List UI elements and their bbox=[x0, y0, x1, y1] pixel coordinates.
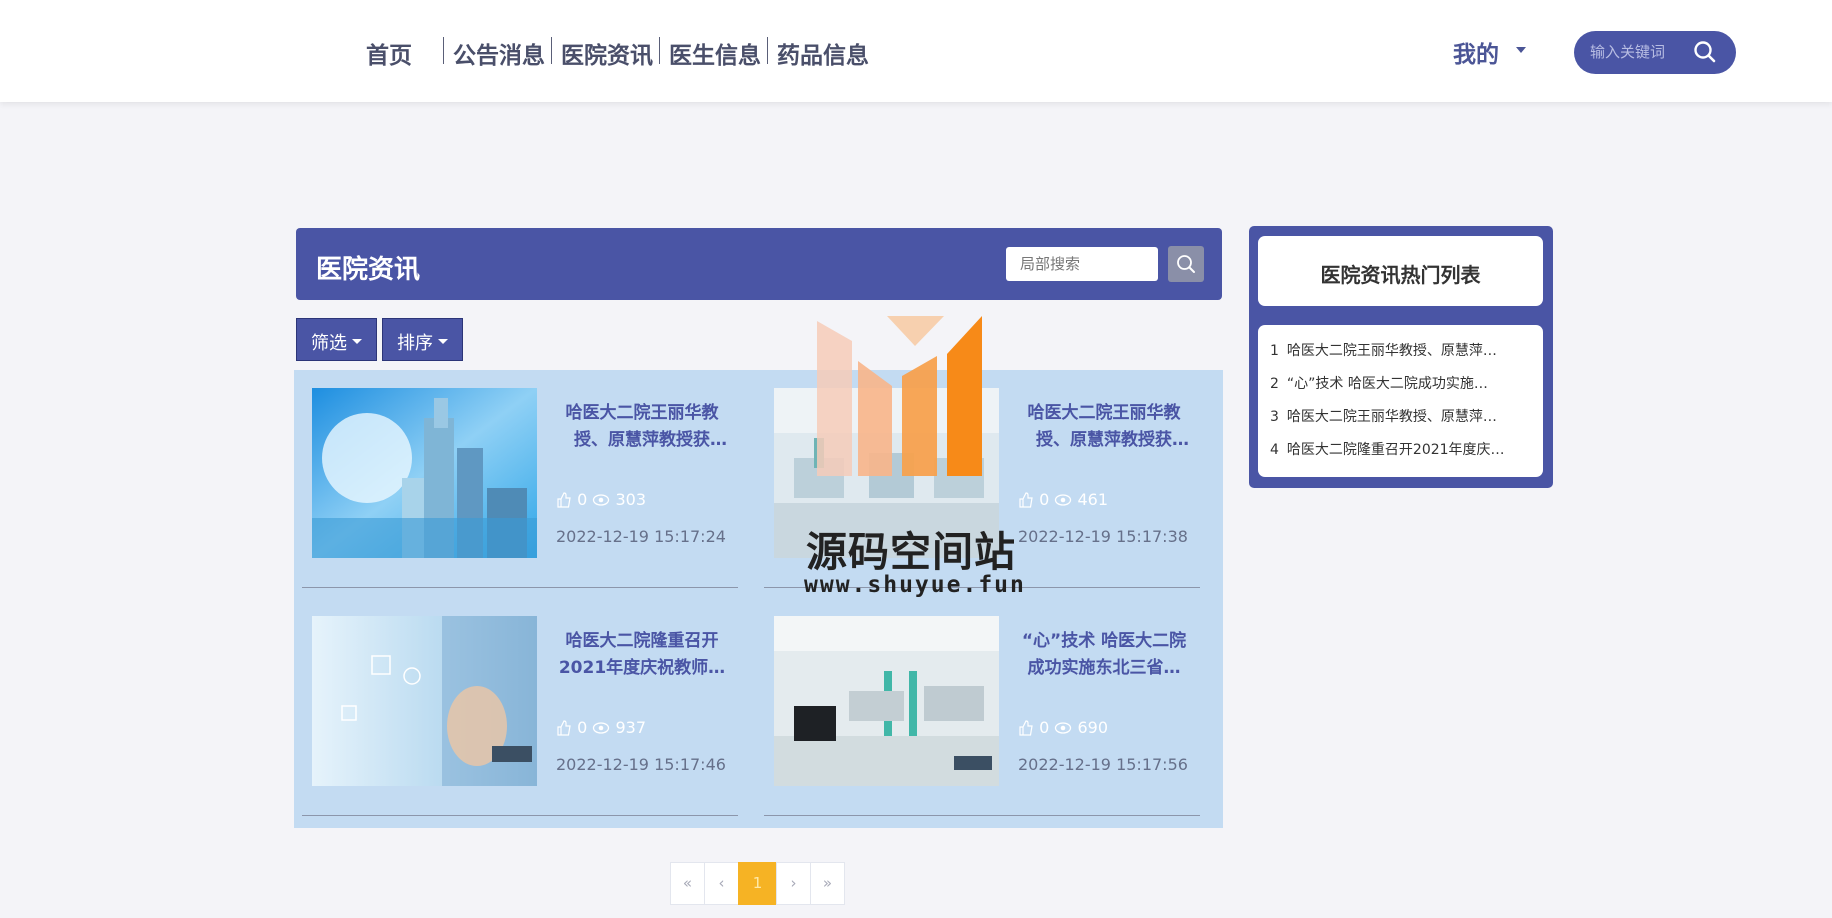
local-search-input[interactable] bbox=[1006, 247, 1158, 281]
hot-list-item-text: 哈医大二院王丽华教授、原慧萍… bbox=[1286, 343, 1497, 359]
pagination: « ‹ 1 › » bbox=[670, 862, 845, 905]
thumbs-up-icon[interactable] bbox=[1018, 492, 1034, 508]
eye-icon bbox=[593, 722, 610, 734]
article-card[interactable]: “心”技术 哈医大二院成功实施东北三省… 0 690 2022-12-19 15… bbox=[756, 598, 1200, 818]
nav-divider bbox=[551, 37, 552, 64]
hot-list-panel: 医院资讯热门列表 1 哈医大二院王丽华教授、原慧萍… 2 “心”技术 哈医大二院成功… bbox=[1249, 226, 1553, 488]
chevron-down-icon[interactable] bbox=[1516, 47, 1526, 53]
section-header: 医院资讯 bbox=[296, 228, 1222, 300]
hot-list-item[interactable]: 4 哈医大二院隆重召开2021年度庆… bbox=[1258, 434, 1530, 467]
top-navbar: 首页 公告消息 医院资讯 医生信息 药品信息 我的 bbox=[0, 0, 1832, 102]
article-card[interactable]: 哈医大二院王丽华教授、原慧萍教授获得… 0 303 2022-12-19 15:… bbox=[294, 370, 738, 590]
filter-dropdown-button[interactable]: 筛选 bbox=[296, 318, 377, 361]
thumbs-up-icon[interactable] bbox=[1018, 720, 1034, 736]
nav-doctors[interactable]: 医生信息 bbox=[669, 36, 761, 70]
hot-list-item[interactable]: 3 哈医大二院王丽华教授、原慧萍… bbox=[1258, 401, 1530, 434]
hot-list-item-text: “心”技术 哈医大二院成功实施… bbox=[1286, 376, 1488, 392]
section-title: 医院资讯 bbox=[316, 255, 421, 285]
hot-list-item-text: 哈医大二院隆重召开2021年度庆… bbox=[1286, 442, 1505, 458]
nav-divider bbox=[443, 37, 444, 64]
view-count: 690 bbox=[1077, 718, 1109, 737]
hot-list-index: 3 bbox=[1270, 409, 1279, 425]
like-count: 0 bbox=[577, 490, 588, 509]
article-thumbnail[interactable] bbox=[774, 616, 999, 786]
page-number-button[interactable]: 1 bbox=[738, 862, 777, 905]
hot-list-item[interactable]: 2 “心”技术 哈医大二院成功实施… bbox=[1258, 368, 1530, 401]
divider bbox=[302, 587, 738, 588]
global-search-input[interactable] bbox=[1590, 41, 1695, 63]
search-icon bbox=[1177, 255, 1195, 273]
article-title[interactable]: 哈医大二院隆重召开2021年度庆祝教师… bbox=[558, 628, 726, 682]
prev-page-button[interactable]: ‹ bbox=[704, 862, 739, 905]
hot-list-item-text: 哈医大二院王丽华教授、原慧萍… bbox=[1286, 409, 1497, 425]
hot-list-index: 1 bbox=[1270, 343, 1279, 359]
sort-label: 排序 bbox=[397, 333, 433, 354]
article-grid: 哈医大二院王丽华教授、原慧萍教授获得… 0 303 2022-12-19 15:… bbox=[294, 370, 1223, 828]
article-date: 2022-12-19 15:17:24 bbox=[556, 527, 726, 546]
article-title[interactable]: 哈医大二院王丽华教授、原慧萍教授获得… bbox=[558, 400, 726, 454]
last-page-button[interactable]: » bbox=[810, 862, 845, 905]
thumbs-up-icon[interactable] bbox=[556, 720, 572, 736]
article-date: 2022-12-19 15:17:38 bbox=[1018, 527, 1188, 546]
like-count: 0 bbox=[577, 718, 588, 737]
thumbs-up-icon[interactable] bbox=[556, 492, 572, 508]
nav-divider bbox=[659, 37, 660, 64]
article-stats: 0 937 bbox=[556, 718, 646, 737]
search-icon[interactable] bbox=[1692, 39, 1718, 65]
hot-list-item[interactable]: 1 哈医大二院王丽华教授、原慧萍… bbox=[1258, 335, 1530, 368]
next-page-button[interactable]: › bbox=[776, 862, 811, 905]
article-thumbnail[interactable] bbox=[312, 616, 537, 786]
article-thumbnail[interactable] bbox=[312, 388, 537, 558]
article-title[interactable]: “心”技术 哈医大二院成功实施东北三省… bbox=[1020, 628, 1188, 682]
hot-list: 1 哈医大二院王丽华教授、原慧萍… 2 “心”技术 哈医大二院成功实施… 3 哈医大二… bbox=[1258, 325, 1543, 477]
view-count: 937 bbox=[615, 718, 647, 737]
view-count: 461 bbox=[1077, 490, 1109, 509]
divider bbox=[302, 815, 738, 816]
nav-medicines[interactable]: 药品信息 bbox=[777, 36, 869, 70]
sort-dropdown-button[interactable]: 排序 bbox=[382, 318, 463, 361]
hot-list-index: 4 bbox=[1270, 442, 1279, 458]
hot-list-index: 2 bbox=[1270, 376, 1279, 392]
article-date: 2022-12-19 15:17:46 bbox=[556, 755, 726, 774]
caret-down-icon bbox=[352, 338, 362, 344]
article-date: 2022-12-19 15:17:56 bbox=[1018, 755, 1188, 774]
hot-list-title: 医院资讯热门列表 bbox=[1320, 263, 1481, 287]
nav-home[interactable]: 首页 bbox=[366, 36, 412, 70]
caret-down-icon bbox=[438, 338, 448, 344]
article-title[interactable]: 哈医大二院王丽华教授、原慧萍教授获得… bbox=[1020, 400, 1188, 454]
watermark-logo bbox=[817, 316, 982, 476]
watermark-text: 源码空间站 bbox=[806, 528, 1016, 576]
my-account-menu[interactable]: 我的 bbox=[1453, 35, 1499, 69]
article-stats: 0 461 bbox=[1018, 490, 1108, 509]
eye-icon bbox=[1055, 494, 1072, 506]
like-count: 0 bbox=[1039, 718, 1050, 737]
nav-divider bbox=[767, 37, 768, 64]
divider bbox=[764, 815, 1200, 816]
hot-list-header: 医院资讯热门列表 bbox=[1258, 236, 1543, 306]
eye-icon bbox=[593, 494, 610, 506]
article-card[interactable]: 哈医大二院隆重召开2021年度庆祝教师… 0 937 2022-12-19 15… bbox=[294, 598, 738, 818]
global-search-box bbox=[1574, 31, 1736, 74]
article-stats: 0 690 bbox=[1018, 718, 1108, 737]
like-count: 0 bbox=[1039, 490, 1050, 509]
first-page-button[interactable]: « bbox=[670, 862, 705, 905]
watermark-url: www.shuyue.fun bbox=[804, 572, 1026, 598]
article-stats: 0 303 bbox=[556, 490, 646, 509]
eye-icon bbox=[1055, 722, 1072, 734]
filter-label: 筛选 bbox=[311, 333, 347, 354]
view-count: 303 bbox=[615, 490, 647, 509]
local-search-button[interactable] bbox=[1168, 246, 1204, 282]
nav-hospital-news[interactable]: 医院资讯 bbox=[561, 36, 653, 70]
nav-announcements[interactable]: 公告消息 bbox=[453, 36, 545, 70]
